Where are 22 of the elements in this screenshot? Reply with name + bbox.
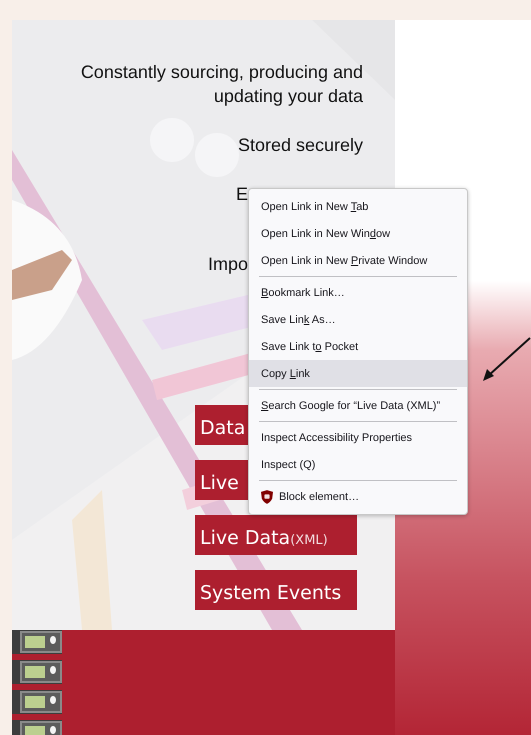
menu-item[interactable]: Copy Link [249,360,467,387]
server-icon [12,690,62,714]
tagline: Stored securely [238,135,363,155]
menu-item[interactable]: Save Link to Pocket [249,333,467,360]
pointer-arrow [482,336,531,382]
server-icon [12,630,62,654]
menu-item[interactable]: Search Google for “Live Data (XML)” [249,392,467,419]
menu-item[interactable]: Open Link in New Window [249,220,467,247]
nav-link[interactable]: Live Data(XML) [195,515,357,555]
menu-item[interactable]: Open Link in New Tab [249,193,467,220]
menu-item[interactable]: Block element… [249,483,467,510]
tagline: E [236,184,248,204]
menu-item[interactable]: Inspect Accessibility Properties [249,424,467,451]
tagline: Constantly sourcing, producing and updating your data [80,62,363,106]
nav-link[interactable]: System Events [195,570,357,610]
menu-item[interactable]: Inspect (Q) [249,451,467,478]
menu-item[interactable]: Bookmark Link… [249,279,467,306]
menu-item[interactable]: Open Link in New Private Window [249,247,467,274]
server-icon [12,660,62,684]
shield-icon [261,490,273,504]
menu-item[interactable]: Save Link As… [249,306,467,333]
tagline: Impo [208,254,248,274]
